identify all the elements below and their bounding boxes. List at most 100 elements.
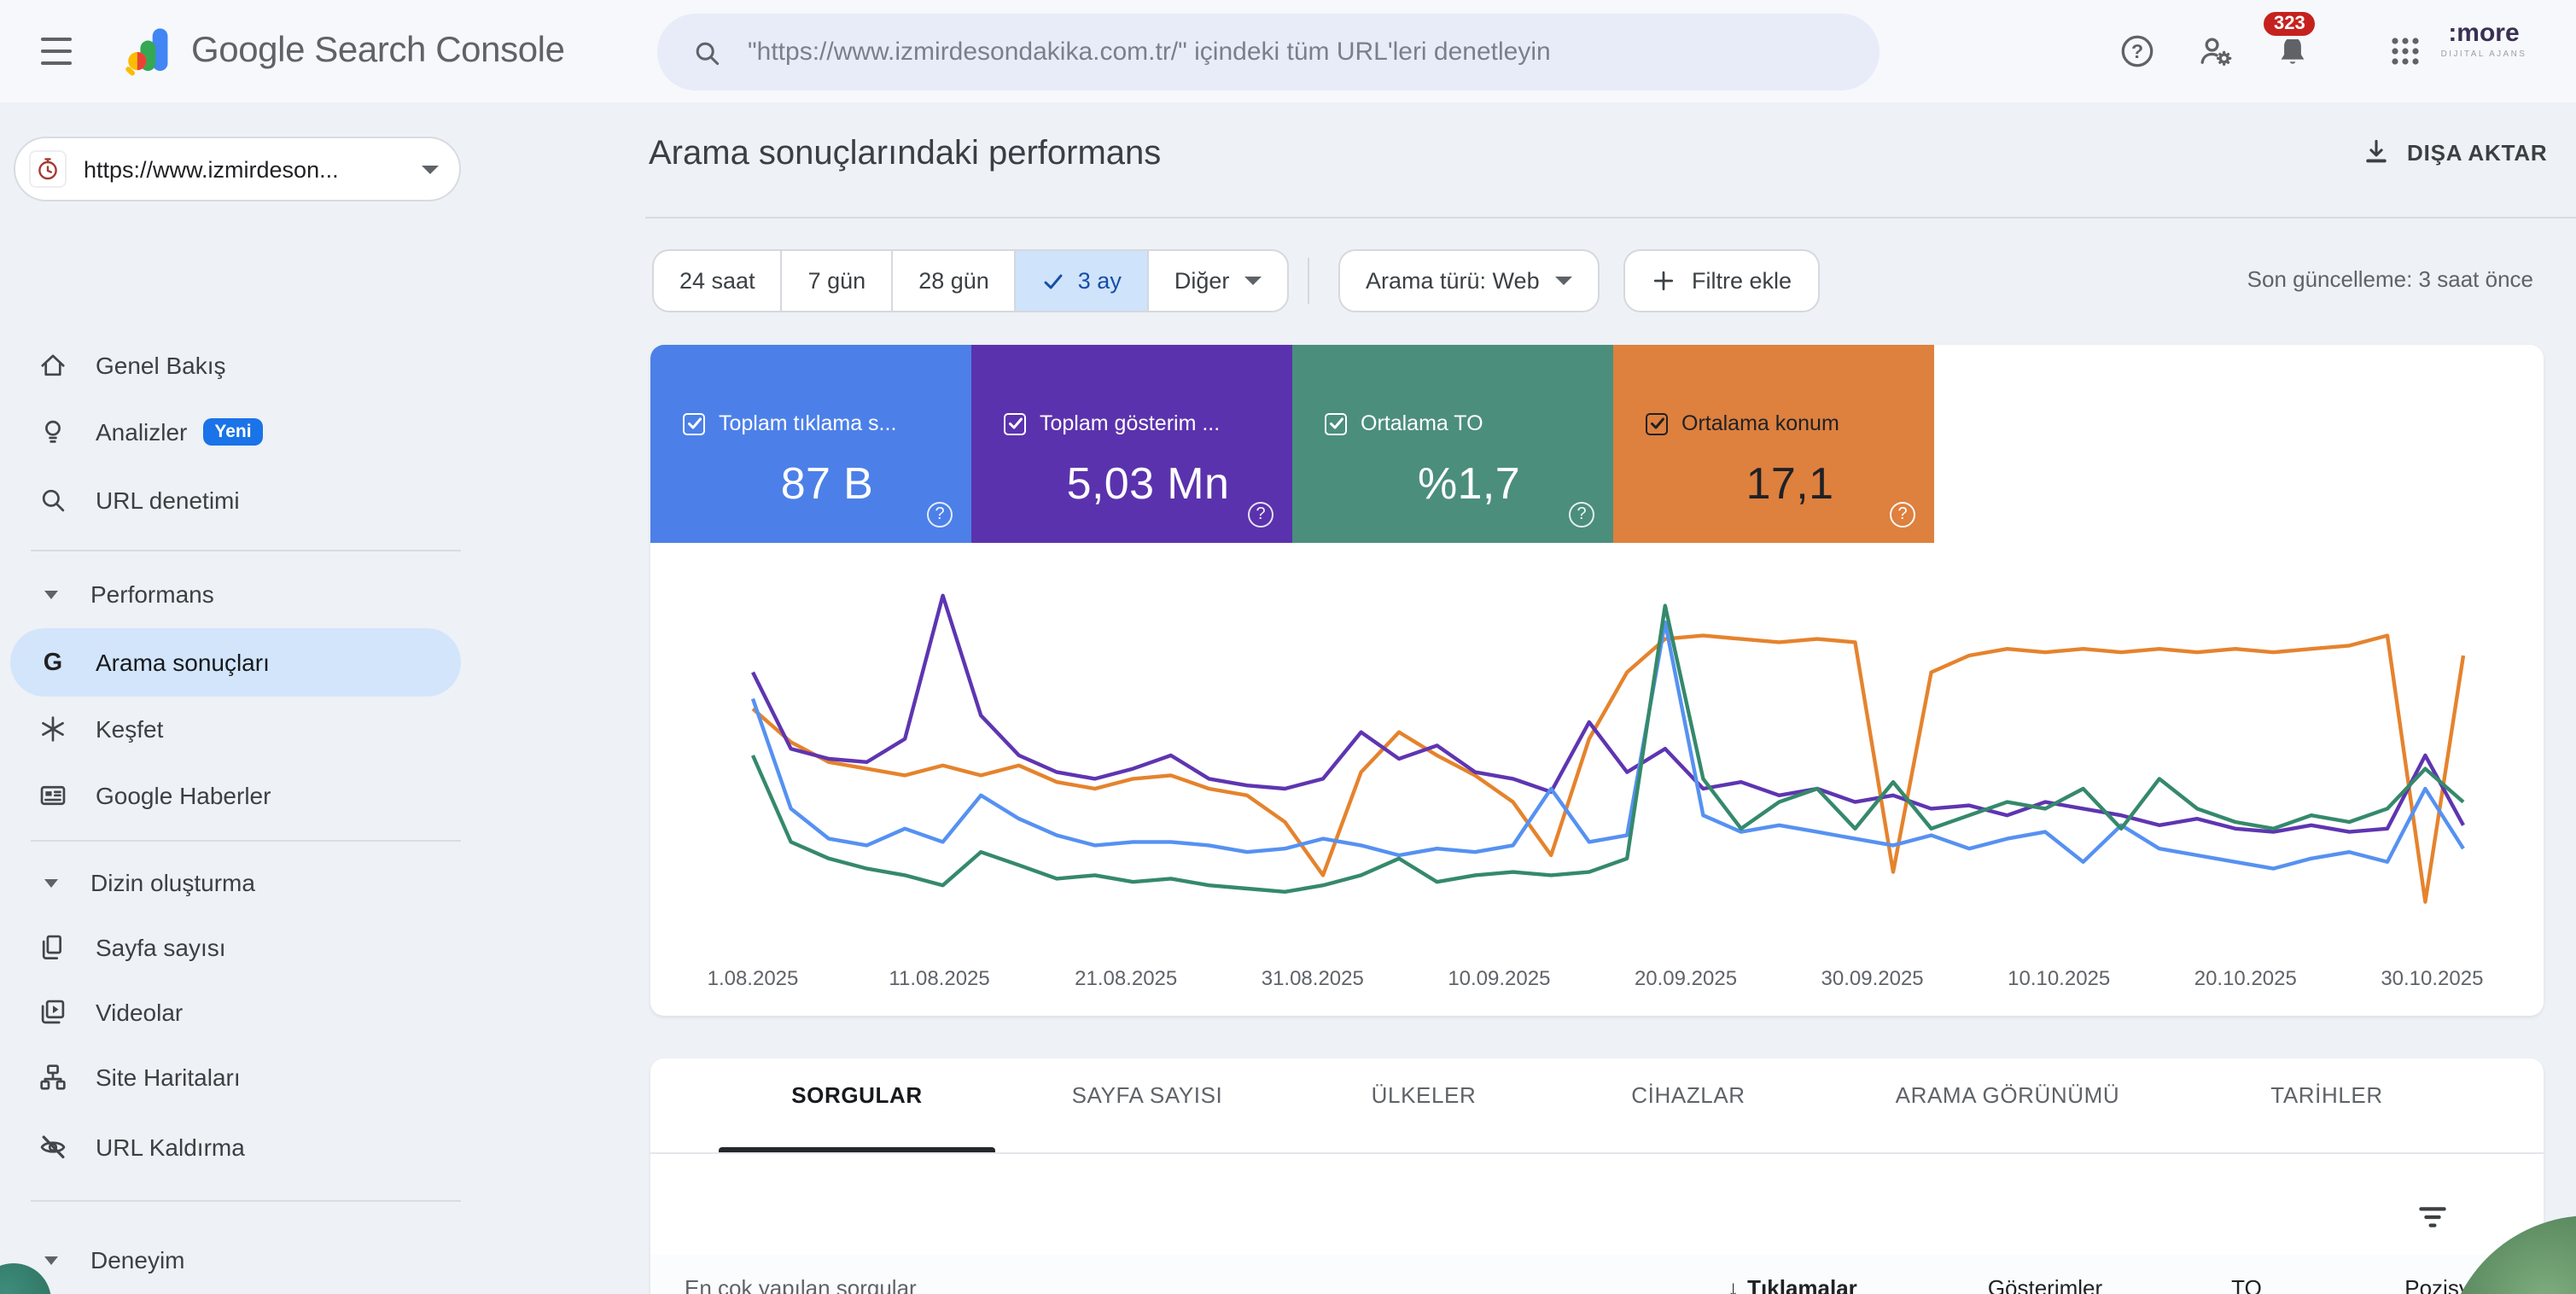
- metric-card-ortalama-konum[interactable]: Ortalama konum17,1?: [1613, 345, 1934, 543]
- date-range-more[interactable]: Diğer: [1147, 251, 1288, 311]
- menu-icon[interactable]: [41, 38, 75, 65]
- chevron-down-icon: [44, 590, 58, 598]
- sidebar-item-url-kaldırma[interactable]: URL Kaldırma: [10, 1113, 461, 1181]
- add-filter-label: Filtre ekle: [1692, 268, 1792, 294]
- sidebar-item-analizler[interactable]: AnalizlerYeni: [10, 398, 461, 466]
- chevron-down-icon: [44, 1256, 58, 1264]
- partner-logo-name: :more: [2427, 20, 2540, 49]
- notification-count-badge[interactable]: 323: [2260, 9, 2319, 39]
- metric-checkbox[interactable]: [1004, 412, 1026, 434]
- x-axis-tick: 1.08.2025: [676, 966, 830, 990]
- partner-logo: :more DIJITAL AJANS: [2427, 20, 2540, 60]
- url-inspect-input[interactable]: [744, 36, 1849, 68]
- tab-ci̇hazlar[interactable]: CİHAZLAR: [1631, 1082, 1745, 1108]
- metric-checkbox[interactable]: [1325, 412, 1347, 434]
- active-tab-indicator: [719, 1147, 995, 1152]
- tabs-divider: [650, 1152, 2544, 1154]
- top-app-bar: Google Search Console ? 323: [0, 0, 2576, 102]
- metric-card-toplam-g-sterim-[interactable]: Toplam gösterim ... 5,03 Mn?: [971, 345, 1292, 543]
- metric-help-icon[interactable]: ?: [1890, 502, 1915, 528]
- plus-icon: [1651, 268, 1676, 294]
- date-range-7-gün[interactable]: 7 gün: [781, 251, 892, 311]
- metric-label: Ortalama TO: [1361, 411, 1483, 435]
- x-axis-tick: 31.08.2025: [1236, 966, 1390, 990]
- metric-value: %1,7: [1325, 458, 1613, 510]
- url-inspect-searchbar[interactable]: [657, 14, 1880, 90]
- sidebar-item-arama-sonuçları[interactable]: GArama sonuçları: [10, 628, 461, 697]
- column-header-tıklamalar[interactable]: ↓Tıklamalar: [1728, 1275, 1857, 1294]
- column-header-to[interactable]: TO: [2231, 1275, 2262, 1294]
- home-icon: [38, 350, 68, 381]
- x-axis-tick: 20.10.2025: [2169, 966, 2322, 990]
- x-axis-tick: 30.10.2025: [2355, 966, 2509, 990]
- news-icon: [38, 780, 68, 811]
- sidebar-section-deneyim[interactable]: Deneyim: [10, 1238, 461, 1282]
- sidebar-section-performans[interactable]: Performans: [10, 572, 461, 616]
- table-rows-label: En çok yapılan sorgular: [685, 1275, 917, 1294]
- account-settings-icon[interactable]: [2195, 31, 2236, 72]
- sidebar-nav: Genel BakışAnalizlerYeniURL denetimi Perf…: [0, 102, 495, 1294]
- metric-help-icon[interactable]: ?: [1569, 502, 1594, 528]
- search-icon: [38, 485, 68, 516]
- tab-arama-görünümü[interactable]: ARAMA GÖRÜNÜMÜ: [1896, 1082, 2120, 1108]
- metric-label: Ortalama konum: [1681, 411, 1839, 435]
- metric-card-toplam-t-klama-s-[interactable]: Toplam tıklama s... 87 B?: [650, 345, 971, 543]
- tab-ülkeler[interactable]: ÜLKELER: [1372, 1082, 1477, 1108]
- sidebar-divider: [31, 840, 461, 842]
- new-badge: Yeni: [202, 418, 263, 446]
- video-icon: [38, 997, 68, 1028]
- date-range-segmented-control: 24 saat7 gün28 gün3 ayDiğer: [652, 249, 1289, 312]
- app-window: Google Search Console ? 323: [0, 0, 2576, 1294]
- search-console-logo-icon: [123, 24, 178, 79]
- metric-help-icon[interactable]: ?: [927, 502, 953, 528]
- date-range-24-saat[interactable]: 24 saat: [654, 251, 781, 311]
- performance-line-chart[interactable]: [650, 563, 2544, 956]
- export-button[interactable]: DIŞA AKTAR: [2361, 137, 2548, 167]
- metric-value: 87 B: [683, 458, 971, 510]
- chevron-down-icon: [44, 878, 58, 887]
- date-range-28-gün[interactable]: 28 gün: [891, 251, 1015, 311]
- bulb-icon: [38, 417, 68, 447]
- performance-chart-card: Toplam tıklama s...87 B?Toplam gösterim …: [650, 345, 2544, 1016]
- divider: [645, 217, 2576, 219]
- table-header-row: En çok yapılan sorgular ↓Tıklamalar Göste…: [650, 1255, 2544, 1294]
- metric-help-icon[interactable]: ?: [1248, 502, 1273, 528]
- sidebar-item-keşfet[interactable]: Keşfet: [10, 695, 461, 763]
- column-header-gösterimler[interactable]: Gösterimler: [1988, 1275, 2102, 1294]
- search-type-filter-button[interactable]: Arama türü: Web: [1338, 249, 1600, 312]
- sidebar-divider: [31, 550, 461, 551]
- metric-value: 5,03 Mn: [1004, 458, 1292, 510]
- apps-grid-icon[interactable]: [2385, 31, 2426, 72]
- metric-checkbox[interactable]: [1646, 412, 1668, 434]
- table-filter-icon[interactable]: [2410, 1195, 2455, 1239]
- search-type-label: Arama türü: Web: [1366, 268, 1540, 294]
- tab-tari̇hler[interactable]: TARİHLER: [2270, 1082, 2382, 1108]
- help-icon[interactable]: ?: [2117, 31, 2158, 72]
- pages-icon: [38, 932, 68, 963]
- sidebar-item-url-denetimi[interactable]: URL denetimi: [10, 466, 461, 534]
- x-axis-tick: 30.09.2025: [1796, 966, 1949, 990]
- tab-sorgular[interactable]: SORGULAR: [791, 1082, 923, 1108]
- page-title: Arama sonuçlarındaki performans: [649, 135, 1161, 174]
- sidebar-item-videolar[interactable]: Videolar: [10, 978, 461, 1046]
- metric-label: Toplam tıklama s...: [719, 411, 896, 435]
- metric-checkbox[interactable]: [683, 412, 705, 434]
- product-name: Google Search Console: [191, 0, 565, 102]
- sidebar-item-sayfa-sayısı[interactable]: Sayfa sayısı: [10, 913, 461, 982]
- date-range-3-ay[interactable]: 3 ay: [1015, 251, 1147, 311]
- sidebar-item-genel-bakış[interactable]: Genel Bakış: [10, 331, 461, 399]
- export-label: DIŞA AKTAR: [2407, 139, 2548, 165]
- svg-text:?: ?: [2131, 40, 2143, 62]
- sidebar-item-site-haritaları[interactable]: Site Haritaları: [10, 1043, 461, 1111]
- add-filter-button[interactable]: Filtre ekle: [1623, 249, 1819, 312]
- sidebar-divider: [31, 1200, 461, 1202]
- spark-icon: [38, 714, 68, 744]
- sidebar-item-google-haberler[interactable]: Google Haberler: [10, 761, 461, 830]
- metric-card-ortalama-to[interactable]: Ortalama TO %1,7?: [1292, 345, 1613, 543]
- svg-text:G: G: [44, 649, 62, 676]
- sidebar: https://www.izmirdeson... Genel BakışAna…: [0, 102, 495, 1294]
- sidebar-section-dizin-oluşturma[interactable]: Dizin oluşturma: [10, 860, 461, 905]
- metric-label: Toplam gösterim ...: [1040, 411, 1220, 435]
- tab-sayfa-sayisi[interactable]: SAYFA SAYISI: [1072, 1082, 1223, 1108]
- eye-off-icon: [38, 1132, 68, 1163]
